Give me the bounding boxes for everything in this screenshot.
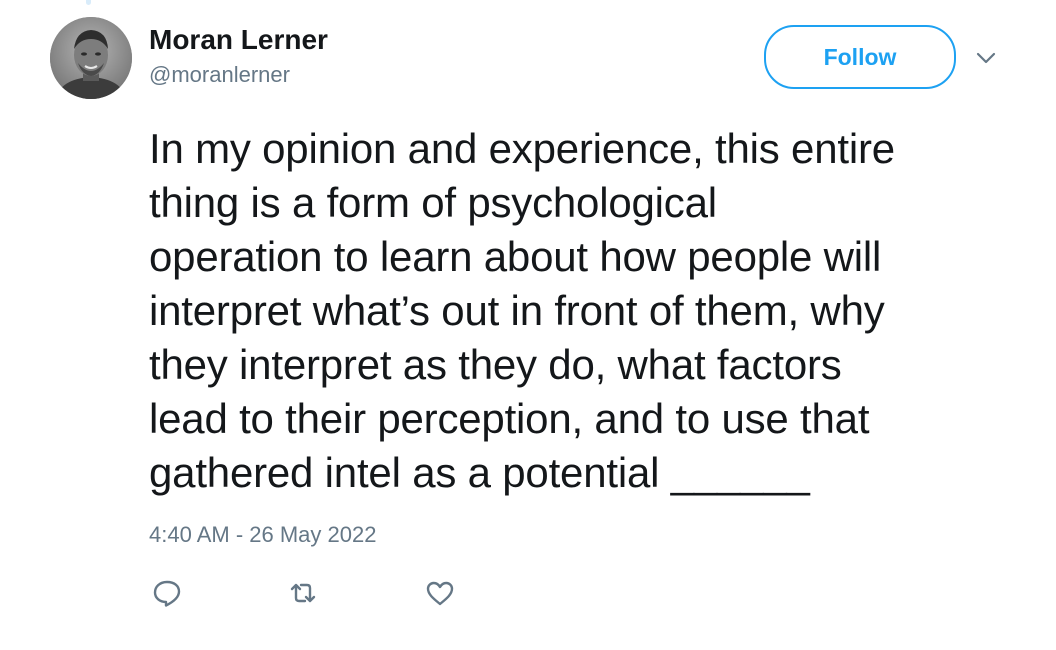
like-button[interactable]: [423, 577, 457, 609]
tweet-text: In my opinion and experience, this entir…: [149, 122, 1029, 500]
retweet-button[interactable]: [286, 577, 320, 609]
tweet-text-line: lead to their perception, and to use tha…: [149, 395, 870, 442]
avatar[interactable]: [50, 17, 132, 99]
reply-button[interactable]: [150, 577, 184, 609]
tweet-timestamp[interactable]: 4:40 AM - 26 May 2022: [149, 522, 376, 548]
tweet-text-line: In my opinion and experience, this entir…: [149, 125, 895, 172]
tweet-text-line: operation to learn about how people will: [149, 233, 882, 280]
author-display-name[interactable]: Moran Lerner: [149, 24, 328, 56]
avatar-photo: [50, 17, 132, 99]
tweet-text-line: they interpret as they do, what factors: [149, 341, 842, 388]
follow-button[interactable]: Follow: [764, 25, 956, 89]
retweet-icon: [290, 583, 316, 603]
author-handle[interactable]: @moranlerner: [149, 62, 290, 88]
top-indicator: [86, 0, 91, 5]
chevron-down-icon[interactable]: [973, 45, 999, 71]
like-icon: [426, 581, 454, 606]
tweet-text-line: interpret what’s out in front of them, w…: [149, 287, 885, 334]
tweet-card: Moran Lerner @moranlerner Follow In my o…: [0, 0, 1056, 650]
tweet-text-line: gathered intel as a potential ______: [149, 449, 810, 496]
reply-icon: [153, 580, 181, 607]
tweet-text-line: thing is a form of psychological: [149, 179, 717, 226]
